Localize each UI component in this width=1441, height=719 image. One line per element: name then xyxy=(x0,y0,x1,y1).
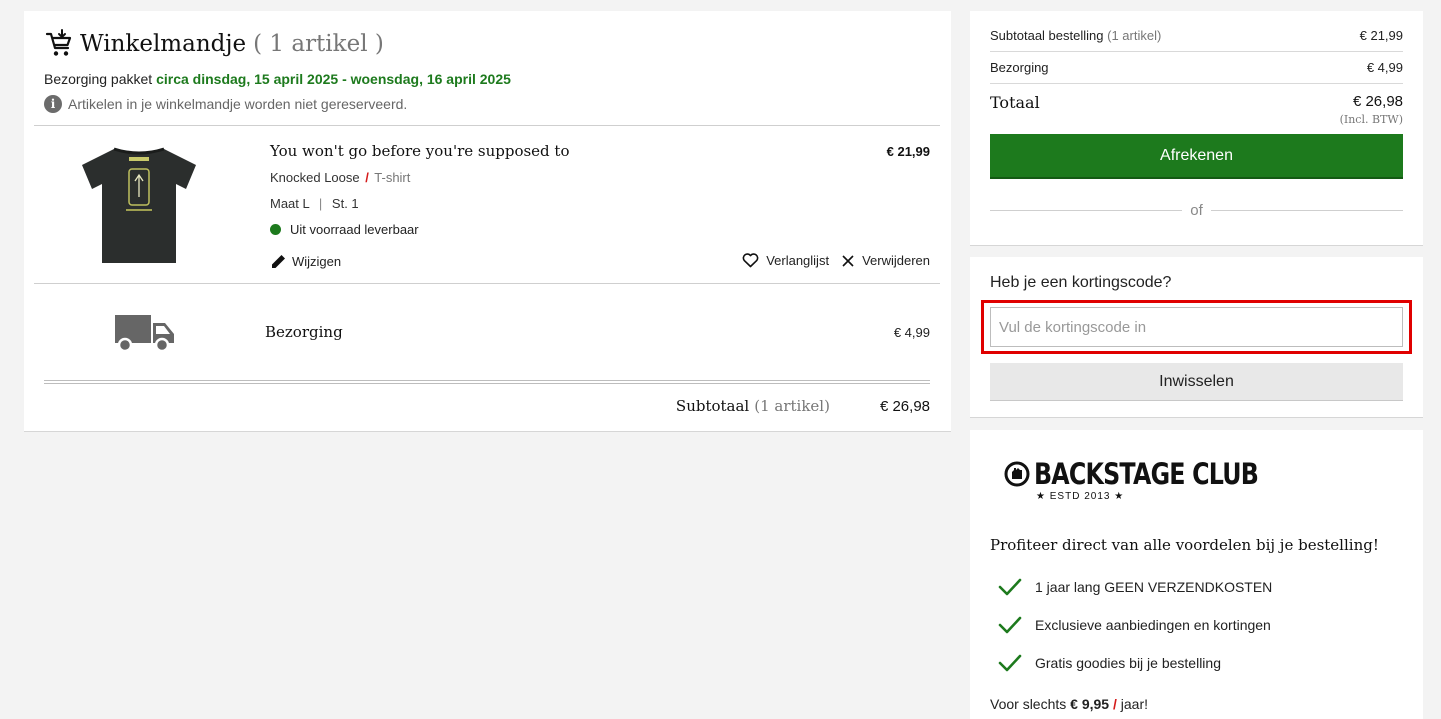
check-icon xyxy=(998,654,1022,672)
cart-subtotal-count: (1 artikel) xyxy=(754,397,830,415)
summary-subtotal-label: Subtotaal bestelling xyxy=(990,28,1104,43)
summary-total-amount: € 26,98 xyxy=(1352,93,1403,110)
cart-subtotal-label: Subtotaal xyxy=(675,397,750,415)
delivery-dates: circa dinsdag, 15 april 2025 - woensdag,… xyxy=(156,71,511,87)
club-price-amount: € 9,95 xyxy=(1070,696,1110,712)
cart-subtotal: Subtotaal (1 artikel) € 26,98 xyxy=(676,397,930,415)
product-meta-separator: / xyxy=(365,170,369,185)
club-headline: Profiteer direct van alle voordelen bij … xyxy=(990,536,1379,554)
divider xyxy=(34,283,940,284)
remove-button[interactable]: Verwijderen xyxy=(841,253,930,268)
check-icon xyxy=(998,616,1022,634)
product-actions: Verlanglijst Verwijderen xyxy=(730,253,930,268)
product-type: T-shirt xyxy=(374,170,411,185)
redeem-button[interactable]: Inwisselen xyxy=(990,363,1403,401)
order-summary: Subtotaal bestelling (1 artikel) € 21,99… xyxy=(970,11,1423,246)
cart-title-label: Winkelmandje xyxy=(80,31,247,57)
check-icon xyxy=(998,578,1022,596)
club-name: BACKSTAGE CLUB xyxy=(1034,457,1259,491)
divider xyxy=(990,210,1183,211)
club-benefit-text: Exclusieve aanbiedingen en kortingen xyxy=(1035,617,1271,633)
summary-subtotal-row: Subtotaal bestelling (1 artikel) € 21,99 xyxy=(990,28,1403,43)
club-established: ★ ESTD 2013 ★ xyxy=(1036,491,1125,502)
club-benefit-text: Gratis goodies bij je bestelling xyxy=(1035,655,1221,671)
club-benefit: Exclusieve aanbiedingen en kortingen xyxy=(998,615,1271,635)
discount-code-panel: Heb je een kortingscode? Inwisselen xyxy=(970,257,1423,418)
edit-button-label: Wijzigen xyxy=(292,254,342,269)
summary-subtotal-amount: € 21,99 xyxy=(1359,28,1403,43)
divider xyxy=(990,83,1403,84)
summary-total-label: Totaal xyxy=(990,93,1040,112)
delivery-prefix: Bezorging pakket xyxy=(44,71,153,87)
pencil-icon xyxy=(272,255,285,268)
club-benefit: Gratis goodies bij je bestelling xyxy=(998,653,1221,673)
club-benefit-text: 1 jaar lang GEEN VERZENDKOSTEN xyxy=(1035,579,1273,595)
vat-note: (Incl. BTW) xyxy=(1339,113,1403,126)
or-label: of xyxy=(1190,202,1203,219)
club-price-prefix: Voor slechts xyxy=(990,696,1067,712)
stock-dot-icon xyxy=(270,224,281,235)
product-meta: Knocked Loose / T-shirt xyxy=(270,170,410,185)
double-divider xyxy=(44,380,930,384)
shipping-label: Bezorging xyxy=(265,323,343,341)
reservation-notice: i Artikelen in je winkelmandje worden ni… xyxy=(44,95,407,113)
product-image[interactable] xyxy=(74,139,204,269)
product-name[interactable]: You won't go before you're supposed to xyxy=(270,142,570,160)
backstage-club-panel: BACKSTAGE CLUB ★ ESTD 2013 ★ Profiteer d… xyxy=(970,430,1423,719)
divider xyxy=(990,51,1403,52)
club-price-suffix: jaar! xyxy=(1120,696,1148,712)
stock-status-text: Uit voorraad leverbaar xyxy=(290,222,419,237)
remove-button-label: Verwijderen xyxy=(862,253,930,268)
product-variant: Maat L | St. 1 xyxy=(270,196,359,211)
cart-title: Winkelmandje ( 1 artikel ) xyxy=(44,29,384,59)
stock-status: Uit voorraad leverbaar xyxy=(270,222,419,237)
cart-panel: Winkelmandje ( 1 artikel ) Bezorging pak… xyxy=(24,11,951,432)
product-price: € 21,99 xyxy=(886,144,930,159)
summary-subtotal-label-group: Subtotaal bestelling (1 artikel) xyxy=(990,28,1161,43)
club-benefit: 1 jaar lang GEEN VERZENDKOSTEN xyxy=(998,577,1272,597)
club-price-separator: / xyxy=(1112,696,1117,712)
divider xyxy=(1210,210,1404,211)
edit-button[interactable]: Wijzigen xyxy=(270,253,341,270)
summary-total-row: Totaal € 26,98 xyxy=(990,93,1403,112)
shipping-price: € 4,99 xyxy=(893,325,930,340)
truck-icon xyxy=(115,315,174,353)
variant-separator: | xyxy=(318,196,323,211)
heart-icon xyxy=(742,253,759,268)
summary-shipping-label: Bezorging xyxy=(990,60,1049,75)
cart-count: ( 1 artikel ) xyxy=(253,31,384,57)
club-logo[interactable]: BACKSTAGE CLUB xyxy=(1004,457,1307,491)
divider xyxy=(34,125,940,126)
reservation-notice-text: Artikelen in je winkelmandje worden niet… xyxy=(68,96,408,112)
close-icon xyxy=(842,254,854,267)
or-separator: of xyxy=(990,202,1404,219)
cart-subtotal-amount: € 26,98 xyxy=(879,398,930,415)
delivery-estimate: Bezorging pakket circa dinsdag, 15 april… xyxy=(44,71,511,87)
summary-shipping-amount: € 4,99 xyxy=(1366,60,1403,75)
info-icon: i xyxy=(44,95,62,113)
club-price: Voor slechts € 9,95 / jaar! xyxy=(990,696,1148,712)
product-quantity: St. 1 xyxy=(331,196,359,211)
wishlist-button[interactable]: Verlanglijst xyxy=(742,253,829,268)
cart-icon xyxy=(45,29,72,56)
summary-subtotal-count: (1 artikel) xyxy=(1107,28,1162,43)
summary-shipping-row: Bezorging € 4,99 xyxy=(990,60,1403,75)
product-band[interactable]: Knocked Loose xyxy=(270,170,360,185)
discount-title: Heb je een kortingscode? xyxy=(990,274,1172,291)
checkout-button[interactable]: Afrekenen xyxy=(990,134,1403,179)
product-size: Maat L xyxy=(270,196,310,211)
discount-code-input[interactable] xyxy=(990,307,1403,347)
wishlist-button-label: Verlanglijst xyxy=(766,253,830,268)
club-logo-icon xyxy=(1004,461,1030,487)
